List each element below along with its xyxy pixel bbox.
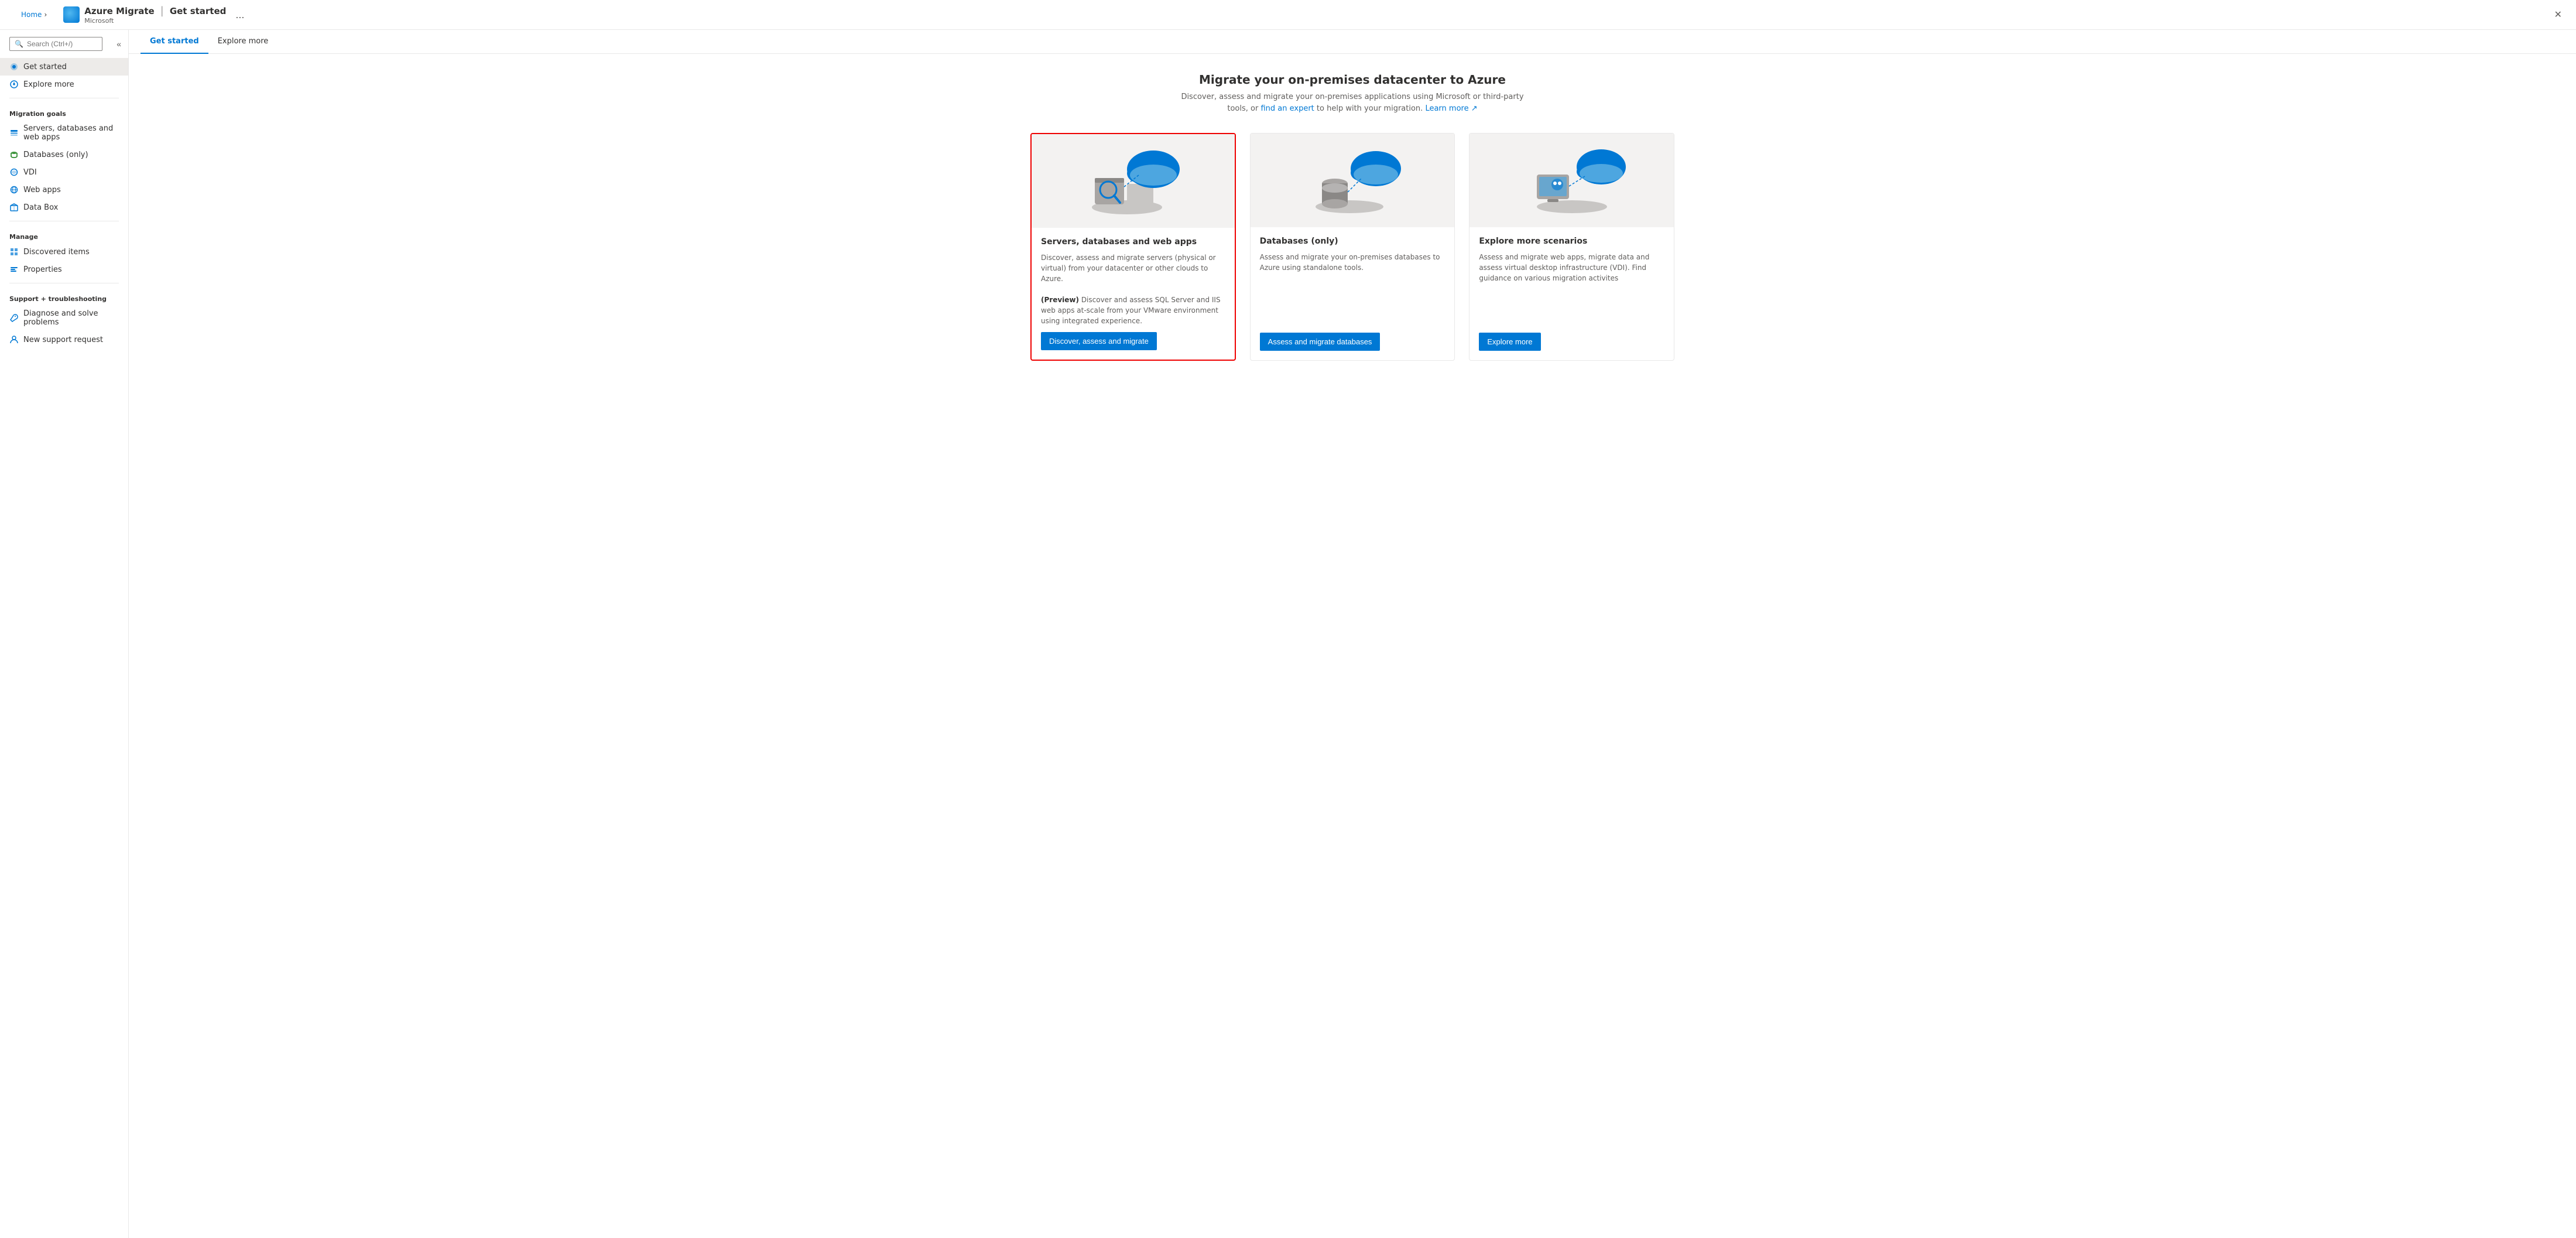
database-icon <box>9 150 19 159</box>
explore-card-body: Explore more scenarios Assess and migrat… <box>1469 227 1674 360</box>
sidebar-item-diagnose[interactable]: Diagnose and solve problems <box>0 305 128 331</box>
ellipsis-button[interactable]: ... <box>231 6 249 23</box>
sidebar-item-explore-more[interactable]: Explore more <box>0 76 128 93</box>
collapse-sidebar-button[interactable]: « <box>112 37 126 51</box>
rocket-icon <box>9 62 19 71</box>
close-button[interactable]: ✕ <box>2550 6 2567 23</box>
sidebar-item-get-started[interactable]: Get started <box>0 58 128 76</box>
discover-assess-migrate-button[interactable]: Discover, assess and migrate <box>1041 332 1157 350</box>
app-subtitle: Microsoft <box>84 17 226 25</box>
bars-icon <box>9 265 19 274</box>
find-expert-link[interactable]: find an expert <box>1260 104 1314 113</box>
hero-title: Migrate your on-premises datacenter to A… <box>152 73 2553 87</box>
tab-explore-more[interactable]: Explore more <box>208 30 278 54</box>
app-name: Azure Migrate <box>84 6 154 16</box>
assess-migrate-databases-button[interactable]: Assess and migrate databases <box>1260 333 1381 351</box>
servers-card: Servers, databases and web apps Discover… <box>1030 133 1236 361</box>
search-box[interactable]: 🔍 <box>9 37 102 51</box>
globe-icon <box>9 185 19 194</box>
sidebar: 🔍 « Get started Explore more Migration g… <box>0 30 129 1238</box>
tabs-bar: Get started Explore more <box>129 30 2576 54</box>
explore-more-button[interactable]: Explore more <box>1479 333 1540 351</box>
desktop-icon <box>9 167 19 177</box>
sidebar-item-databases-only[interactable]: Databases (only) <box>0 146 128 163</box>
hero-section: Migrate your on-premises datacenter to A… <box>152 73 2553 114</box>
sidebar-item-vdi[interactable]: VDI <box>0 163 128 181</box>
cards-grid: Servers, databases and web apps Discover… <box>1030 133 1674 361</box>
explore-card-description: Assess and migrate web apps, migrate dat… <box>1479 252 1664 327</box>
databases-card-body: Databases (only) Assess and migrate your… <box>1251 227 1455 360</box>
databases-card-title: Databases (only) <box>1260 237 1445 246</box>
search-input[interactable] <box>27 40 97 48</box>
page-title: Get started <box>170 6 227 16</box>
breadcrumb: Home › <box>9 6 59 23</box>
sidebar-item-servers-dbs-webapps[interactable]: Servers, databases and web apps <box>0 120 128 146</box>
servers-card-title: Servers, databases and web apps <box>1041 237 1225 247</box>
page-content: Migrate your on-premises datacenter to A… <box>129 54 2576 379</box>
explore-card-image <box>1469 134 1674 227</box>
sidebar-item-discovered-items[interactable]: Discovered items <box>0 243 128 261</box>
wrench-icon <box>9 313 19 323</box>
hero-description: Discover, assess and migrate your on-pre… <box>1177 91 1528 114</box>
title-separator: | <box>160 5 164 17</box>
tab-get-started[interactable]: Get started <box>141 30 208 54</box>
databases-card-description: Assess and migrate your on-premises data… <box>1260 252 1445 327</box>
search-icon: 🔍 <box>15 40 23 48</box>
sidebar-item-support-request[interactable]: New support request <box>0 331 128 348</box>
content-area: Get started Explore more Migrate your on… <box>129 30 2576 1238</box>
servers-card-image <box>1032 134 1235 228</box>
home-link[interactable]: Home <box>21 11 42 19</box>
grid-icon <box>9 247 19 257</box>
learn-more-link[interactable]: Learn more ↗ <box>1425 104 1477 113</box>
manage-label: Manage <box>0 226 128 243</box>
breadcrumb-separator: › <box>44 11 47 19</box>
explore-card: Explore more scenarios Assess and migrat… <box>1469 133 1674 361</box>
databases-card-image <box>1251 134 1455 227</box>
support-label: Support + troubleshooting <box>0 288 128 305</box>
migration-goals-label: Migration goals <box>0 103 128 120</box>
sidebar-item-data-box[interactable]: Data Box <box>0 199 128 216</box>
main-layout: 🔍 « Get started Explore more Migration g… <box>0 30 2576 1238</box>
explore-card-title: Explore more scenarios <box>1479 237 1664 246</box>
compass-icon <box>9 80 19 89</box>
top-bar: Home › Azure Migrate | Get started Micro… <box>0 0 2576 30</box>
databases-card: Databases (only) Assess and migrate your… <box>1250 133 1455 361</box>
app-title-block: Azure Migrate | Get started Microsoft <box>84 5 226 25</box>
sidebar-item-web-apps[interactable]: Web apps <box>0 181 128 199</box>
preview-label: (Preview) <box>1041 296 1079 304</box>
sidebar-item-properties[interactable]: Properties <box>0 261 128 278</box>
servers-card-body: Servers, databases and web apps Discover… <box>1032 228 1235 360</box>
server-icon <box>9 128 19 138</box>
app-icon <box>63 6 80 23</box>
servers-card-description: Discover, assess and migrate servers (ph… <box>1041 252 1225 326</box>
box-icon <box>9 203 19 212</box>
person-icon <box>9 335 19 344</box>
top-bar-left: Home › Azure Migrate | Get started Micro… <box>9 5 249 25</box>
